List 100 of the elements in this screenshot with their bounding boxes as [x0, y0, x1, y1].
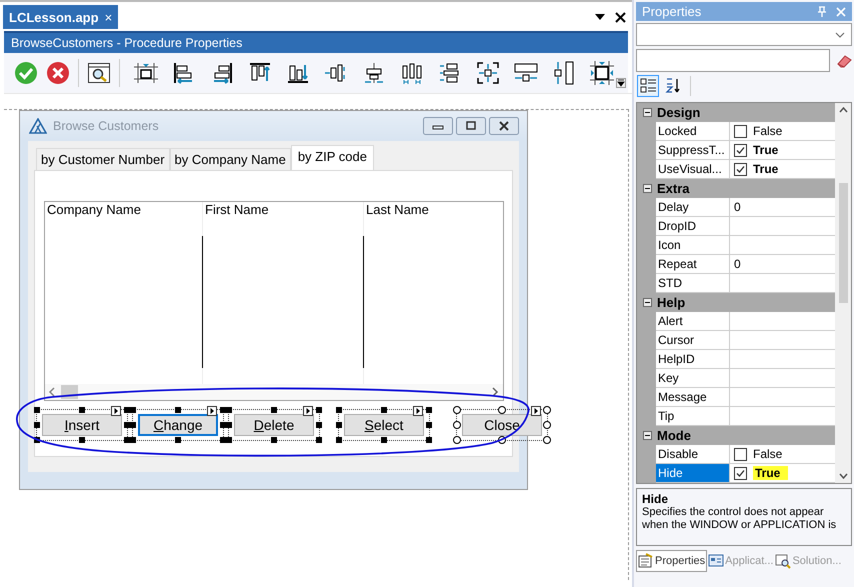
check-icon[interactable]: [14, 61, 38, 85]
scroll-up-icon[interactable]: [838, 107, 848, 113]
tab[interactable]: by ZIP code: [290, 145, 374, 170]
maximize-icon[interactable]: [456, 117, 486, 135]
button[interactable]: Change: [138, 414, 218, 436]
smart-tag-icon[interactable]: [531, 406, 541, 416]
smart-tag-icon[interactable]: [207, 406, 217, 416]
property-value-cell[interactable]: [730, 236, 835, 255]
resize-handle[interactable]: [34, 407, 40, 413]
resize-handle[interactable]: [271, 437, 277, 443]
checkbox[interactable]: [734, 124, 747, 138]
smart-tag-icon[interactable]: [111, 406, 121, 416]
selection-frame[interactable]: Insert: [36, 409, 128, 441]
resize-handle[interactable]: [271, 407, 277, 413]
preview-icon[interactable]: [87, 61, 111, 85]
resize-handle[interactable]: [79, 437, 85, 443]
resize-handle[interactable]: [175, 407, 181, 413]
alignment-icon[interactable]: [476, 61, 500, 85]
property-value-cell[interactable]: True: [730, 160, 835, 179]
property-value-cell[interactable]: [730, 312, 835, 331]
resize-handle[interactable]: [79, 407, 85, 413]
selection-frame[interactable]: Close: [456, 409, 548, 441]
property-value-cell[interactable]: False: [730, 122, 835, 141]
column-header[interactable]: Company Name: [47, 202, 202, 234]
document-tab[interactable]: LCLesson.app ×: [3, 5, 118, 29]
property-value-cell[interactable]: 0: [730, 255, 835, 274]
property-name[interactable]: Icon: [656, 236, 730, 255]
property-name[interactable]: DropID: [656, 217, 730, 236]
property-name[interactable]: HelpID: [656, 350, 730, 369]
resize-handle[interactable]: [336, 437, 342, 443]
minimize-icon[interactable]: [423, 117, 453, 135]
button[interactable]: Insert: [42, 414, 122, 436]
property-name[interactable]: Hide: [656, 464, 730, 483]
button[interactable]: Delete: [234, 414, 314, 436]
property-value-cell[interactable]: True: [730, 464, 835, 483]
collapse-icon[interactable]: [642, 184, 652, 193]
resize-handle[interactable]: [316, 422, 322, 428]
checkbox[interactable]: [734, 448, 747, 460]
search-field[interactable]: [636, 49, 830, 72]
resize-handle[interactable]: [426, 437, 432, 443]
alignment-icon[interactable]: [362, 61, 386, 85]
property-value-cell[interactable]: [730, 217, 835, 236]
dropdown-icon[interactable]: [595, 14, 605, 20]
alignment-icon[interactable]: [552, 61, 576, 85]
property-value-cell[interactable]: [730, 331, 835, 350]
selection-frame[interactable]: Change: [132, 409, 224, 441]
property-name[interactable]: STD: [656, 274, 730, 293]
resize-handle[interactable]: [316, 437, 322, 443]
selection-frame[interactable]: Select: [338, 409, 430, 441]
alignment-icon[interactable]: [400, 61, 424, 85]
button[interactable]: Select: [344, 414, 424, 436]
column-header[interactable]: First Name: [205, 202, 363, 234]
property-name[interactable]: Locked: [656, 122, 730, 141]
property-name[interactable]: Cursor: [656, 331, 730, 350]
resize-handle[interactable]: [426, 422, 432, 428]
resize-handle[interactable]: [336, 407, 342, 413]
collapse-icon[interactable]: [642, 431, 652, 440]
collapse-icon[interactable]: [642, 108, 652, 117]
property-value-cell[interactable]: [730, 274, 835, 293]
cancel-icon[interactable]: [46, 61, 70, 85]
scroll-thumb[interactable]: [838, 183, 848, 303]
property-value-cell[interactable]: True: [730, 141, 835, 160]
property-name[interactable]: Tip: [656, 407, 730, 426]
column-header[interactable]: Last Name: [366, 202, 503, 234]
property-value[interactable]: True: [753, 143, 778, 157]
property-name[interactable]: Key: [656, 369, 730, 388]
property-value[interactable]: False: [753, 447, 782, 461]
eraser-icon[interactable]: [836, 54, 852, 68]
alignment-icon[interactable]: [134, 61, 158, 85]
resize-handle[interactable]: [426, 407, 432, 413]
tab[interactable]: by Customer Number: [36, 148, 170, 170]
property-value[interactable]: 0: [734, 200, 741, 214]
resize-handle[interactable]: [336, 422, 342, 428]
resize-handle[interactable]: [498, 406, 506, 414]
property-value-cell[interactable]: [730, 407, 835, 426]
property-name[interactable]: Alert: [656, 312, 730, 331]
close-icon[interactable]: [615, 12, 626, 22]
property-value-cell[interactable]: 0: [730, 198, 835, 217]
property-value[interactable]: True: [753, 466, 788, 480]
property-value-cell[interactable]: [730, 350, 835, 369]
property-value[interactable]: True: [753, 162, 778, 176]
alignment-icon[interactable]: [590, 61, 614, 85]
checked-checkbox[interactable]: [734, 162, 747, 176]
scroll-down-icon[interactable]: [838, 473, 848, 479]
resize-handle[interactable]: [34, 422, 40, 428]
property-value[interactable]: 0: [734, 257, 741, 271]
property-value-cell[interactable]: [730, 369, 835, 388]
vertical-scrollbar[interactable]: [835, 103, 851, 483]
close-icon[interactable]: ×: [104, 10, 112, 24]
selection-frame[interactable]: Delete: [228, 409, 320, 441]
smart-tag-icon[interactable]: [303, 406, 313, 416]
property-name[interactable]: UseVisual...: [656, 160, 730, 179]
property-name[interactable]: Delay: [656, 198, 730, 217]
property-name[interactable]: Disable: [656, 445, 730, 464]
collapse-icon[interactable]: [642, 298, 652, 307]
property-value-cell[interactable]: [730, 388, 835, 407]
checked-checkbox[interactable]: [734, 144, 747, 156]
object-dropdown[interactable]: [636, 23, 852, 46]
panel-tab[interactable]: Properties: [636, 550, 708, 572]
property-name[interactable]: Repeat: [656, 255, 730, 274]
